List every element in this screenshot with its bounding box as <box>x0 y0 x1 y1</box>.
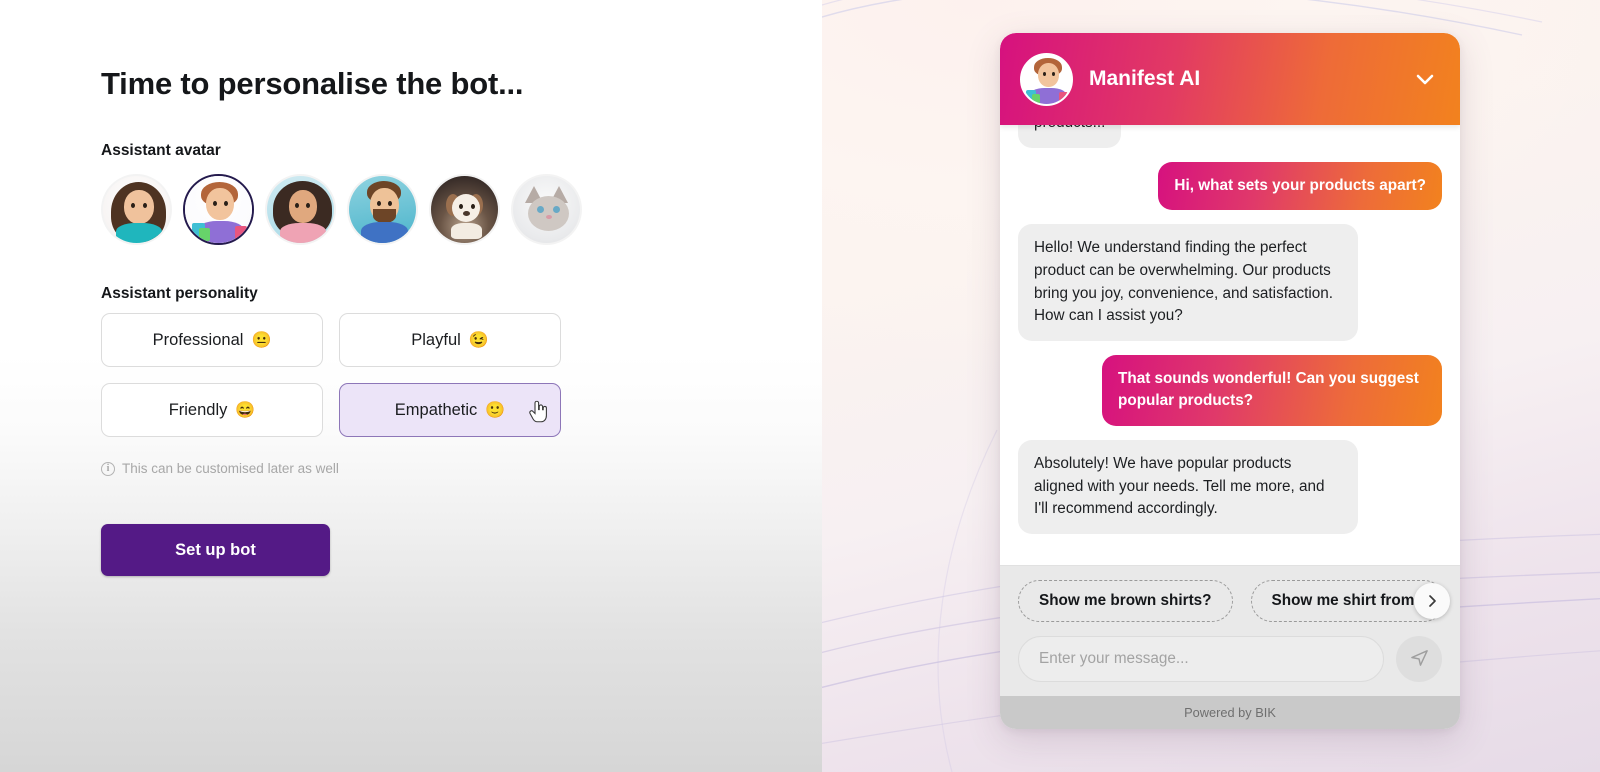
avatar-option-cat[interactable] <box>511 174 582 245</box>
winking-face-emoji-icon: 😉 <box>468 332 489 349</box>
avatar-option-man-beard[interactable] <box>347 174 418 245</box>
avatar-option-woman-brown-hair[interactable] <box>101 174 172 245</box>
chevron-down-icon[interactable] <box>1412 66 1438 92</box>
personality-label-friendly: Friendly <box>168 400 228 419</box>
assistant-avatar-options <box>101 174 582 245</box>
powered-by-footer: Powered by BIK <box>1000 696 1460 729</box>
send-icon <box>1409 647 1430 671</box>
suggestion-chips: Show me brown shirts? Show me shirt from… <box>1000 565 1460 630</box>
suggestion-chip-brown-shirts[interactable]: Show me brown shirts? <box>1018 580 1233 622</box>
chat-message-list[interactable]: products... Hi, what sets your products … <box>1000 125 1460 565</box>
chat-widget-header: Manifest AI <box>1000 33 1460 125</box>
hint-row: i This can be customised later as well <box>101 461 339 476</box>
man-shopping-bags-purple-shirt-avatar-icon <box>185 176 252 243</box>
personality-label-professional: Professional <box>152 330 244 349</box>
personality-option-empathetic[interactable]: Empathetic 🙂 <box>339 383 561 437</box>
assistant-personality-label: Assistant personality <box>101 285 258 302</box>
personality-option-professional[interactable]: Professional 😐 <box>101 313 323 367</box>
avatar-option-woman-curly-hair[interactable] <box>265 174 336 245</box>
woman-brown-hair-teal-top-avatar-icon <box>103 176 170 243</box>
puppy-avatar-icon <box>431 176 498 243</box>
personality-label-playful: Playful <box>411 330 461 349</box>
avatar-option-puppy[interactable] <box>429 174 500 245</box>
message-input[interactable] <box>1018 636 1384 682</box>
cat-avatar-icon <box>513 176 580 243</box>
personality-label-empathetic: Empathetic <box>394 400 478 419</box>
set-up-bot-button[interactable]: Set up bot <box>101 524 330 576</box>
woman-curly-hair-pink-top-avatar-icon <box>267 176 334 243</box>
avatar-option-man-shopping-bags[interactable] <box>183 174 254 245</box>
grinning-face-emoji-icon: 😄 <box>235 402 256 419</box>
send-button[interactable] <box>1396 636 1442 682</box>
chat-widget: Manifest AI products... Hi, what sets yo… <box>1000 33 1460 729</box>
personality-option-playful[interactable]: Playful 😉 <box>339 313 561 367</box>
assistant-personality-options: Professional 😐 Playful 😉 Friendly 😄 Empa… <box>101 313 561 437</box>
neutral-face-emoji-icon: 😐 <box>251 332 272 349</box>
assistant-avatar-label: Assistant avatar <box>101 142 221 159</box>
hint-text: This can be customised later as well <box>122 461 339 476</box>
chat-bubble: Absolutely! We have popular products ali… <box>1018 440 1358 534</box>
setup-panel: Time to personalise the bot... Assistant… <box>0 0 822 772</box>
chat-widget-title: Manifest AI <box>1089 67 1201 90</box>
chat-bubble: Hello! We understand finding the perfect… <box>1018 224 1358 341</box>
chat-message-user: That sounds wonderful! Can you suggest p… <box>1018 354 1442 426</box>
page-title: Time to personalise the bot... <box>101 66 524 101</box>
chat-bubble: That sounds wonderful! Can you suggest p… <box>1102 354 1442 426</box>
screen: Time to personalise the bot... Assistant… <box>0 0 1600 772</box>
bot-avatar <box>1020 52 1073 106</box>
chat-message-user: Hi, what sets your products apart? <box>1018 161 1442 211</box>
chat-message-bot: Hello! We understand finding the perfect… <box>1018 224 1442 341</box>
info-icon: i <box>101 461 115 476</box>
personality-option-friendly[interactable]: Friendly 😄 <box>101 383 323 437</box>
slightly-smiling-face-emoji-icon: 🙂 <box>485 402 506 419</box>
preview-panel: Manifest AI products... Hi, what sets yo… <box>822 0 1600 772</box>
chat-bubble: products... <box>1018 125 1122 148</box>
chat-composer <box>1000 630 1460 696</box>
chat-message-bot-clipped: products... <box>1018 125 1442 148</box>
chat-bubble: Hi, what sets your products apart? <box>1158 161 1442 211</box>
chevron-right-icon[interactable] <box>1414 583 1450 619</box>
mouse-pointer-hand-cursor-icon <box>528 400 548 423</box>
chat-message-bot: Absolutely! We have popular products ali… <box>1018 440 1442 534</box>
man-beard-blue-shirt-avatar-icon <box>349 176 416 243</box>
